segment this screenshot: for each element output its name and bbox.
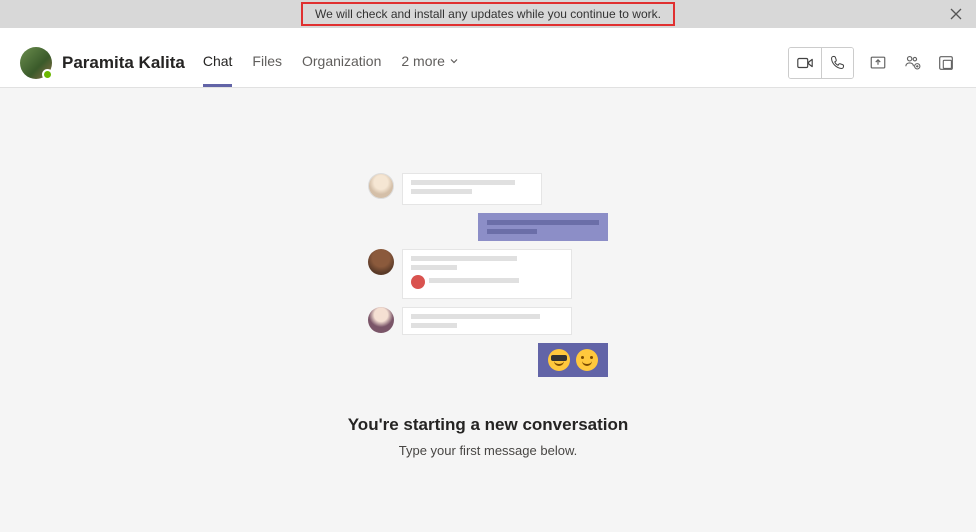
presence-available-icon — [42, 69, 53, 80]
tab-more-label: 2 more — [401, 53, 445, 69]
share-screen-button[interactable] — [868, 53, 888, 73]
tab-more[interactable]: 2 more — [401, 38, 459, 87]
people-add-icon — [903, 53, 922, 72]
call-group — [788, 47, 854, 79]
header-tabs: Chat Files Organization 2 more — [203, 38, 459, 87]
empty-title: You're starting a new conversation — [348, 415, 629, 435]
pop-out-button[interactable] — [936, 53, 956, 73]
banner-text: We will check and install any updates wh… — [315, 7, 661, 21]
illustration-bubble — [402, 249, 572, 299]
video-icon — [796, 54, 814, 72]
contact-name: Paramita Kalita — [62, 53, 185, 73]
chevron-down-icon — [449, 56, 459, 66]
illustration-avatar — [368, 173, 394, 199]
tab-organization[interactable]: Organization — [302, 38, 381, 87]
close-icon[interactable] — [948, 6, 964, 22]
audio-call-button[interactable] — [821, 48, 853, 78]
tab-chat[interactable]: Chat — [203, 38, 233, 87]
cool-emoji-icon — [548, 349, 570, 371]
illustration-emoji-bubble — [538, 343, 608, 377]
illustration-avatar — [368, 249, 394, 275]
empty-subtitle: Type your first message below. — [399, 443, 577, 458]
pop-out-icon — [937, 54, 955, 72]
illustration-reaction-icon — [411, 275, 425, 289]
share-screen-icon — [869, 54, 887, 72]
phone-icon — [829, 54, 846, 71]
contact-avatar[interactable] — [20, 47, 52, 79]
illustration-bubble — [478, 213, 608, 241]
header-actions — [788, 47, 956, 79]
illustration-bubble — [402, 173, 542, 205]
tab-files[interactable]: Files — [252, 38, 282, 87]
chat-empty-state: You're starting a new conversation Type … — [0, 88, 976, 532]
update-banner: We will check and install any updates wh… — [0, 0, 976, 28]
smile-emoji-icon — [576, 349, 598, 371]
banner-message: We will check and install any updates wh… — [301, 2, 675, 26]
add-people-button[interactable] — [902, 53, 922, 73]
illustration-bubble — [402, 307, 572, 335]
video-call-button[interactable] — [789, 48, 821, 78]
chat-header: Paramita Kalita Chat Files Organization … — [0, 28, 976, 88]
conversation-illustration — [368, 173, 608, 385]
illustration-avatar — [368, 307, 394, 333]
